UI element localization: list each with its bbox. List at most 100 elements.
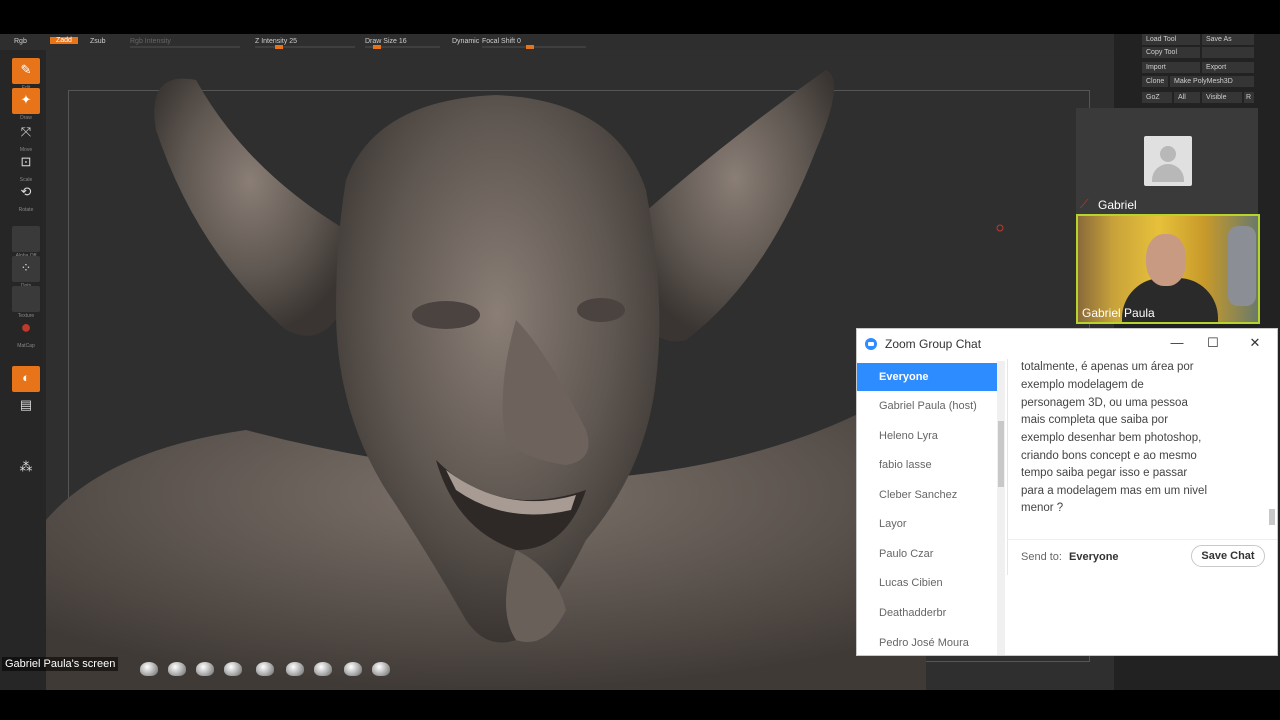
list-item[interactable]: Layor bbox=[857, 510, 997, 538]
brush-icon[interactable] bbox=[140, 662, 158, 676]
letterbox-bottom bbox=[0, 690, 1280, 720]
paste-tool-button[interactable] bbox=[1202, 47, 1254, 58]
left-ear bbox=[154, 78, 346, 336]
focal-shift-knob[interactable] bbox=[526, 45, 534, 49]
import-button[interactable]: Import bbox=[1142, 62, 1200, 73]
brush-icon[interactable] bbox=[224, 662, 242, 676]
zadd-toggle[interactable]: Zadd bbox=[50, 37, 78, 44]
list-item[interactable]: Cleber Sanchez bbox=[857, 481, 997, 509]
participant-video-gabriel-paula[interactable]: Gabriel Paula bbox=[1076, 214, 1260, 324]
alpha-button[interactable]: Alpha Off bbox=[12, 226, 40, 259]
avatar-body bbox=[1152, 164, 1184, 182]
message-line: tempo saiba pegar isso e passar bbox=[1021, 467, 1188, 479]
list-item-everyone[interactable]: Everyone bbox=[857, 363, 997, 391]
avatar-head bbox=[1160, 146, 1176, 162]
brush-icon[interactable] bbox=[344, 662, 362, 676]
close-button[interactable]: ✕ bbox=[1245, 334, 1265, 352]
clone-button[interactable]: Clone bbox=[1142, 76, 1168, 87]
r-button[interactable]: R bbox=[1244, 92, 1254, 103]
message-scroll-thumb[interactable] bbox=[1269, 509, 1275, 525]
zbrush-draw-toolbar: Rgb Zadd Zsub Rgb Intensity Z Intensity … bbox=[0, 34, 1140, 51]
chat-titlebar[interactable]: Zoom Group Chat — ☐ ✕ bbox=[857, 329, 1277, 359]
make-polymesh-button[interactable]: Make PolyMesh3D bbox=[1170, 76, 1254, 87]
send-to-select[interactable]: Everyone bbox=[1069, 551, 1119, 563]
list-item[interactable]: fabio lasse bbox=[857, 451, 997, 479]
z-intensity-slider[interactable]: Z Intensity 25 bbox=[255, 38, 297, 45]
draw-tool-button[interactable]: ✦ Draw bbox=[12, 88, 40, 121]
rgb-toggle[interactable]: Rgb bbox=[14, 38, 27, 45]
rgb-intensity-slider[interactable]: Rgb Intensity bbox=[130, 38, 171, 45]
message-scrollbar[interactable] bbox=[1269, 369, 1275, 529]
rgb-intensity-track[interactable] bbox=[130, 46, 240, 48]
visible-button[interactable]: Visible bbox=[1202, 92, 1242, 103]
gradient-button[interactable]: ▤ bbox=[12, 396, 40, 414]
color-icon: ◐ bbox=[22, 370, 30, 385]
save-as-button[interactable]: Save As bbox=[1202, 34, 1254, 45]
list-scrollbar[interactable] bbox=[997, 361, 1005, 655]
goz-button[interactable]: GoZ bbox=[1142, 92, 1172, 103]
message-line: menor ? bbox=[1021, 502, 1064, 514]
brush-icon[interactable] bbox=[286, 662, 304, 676]
draw-size-knob[interactable] bbox=[373, 45, 381, 49]
right-ear bbox=[636, 70, 834, 342]
list-item[interactable]: Deathadderbr bbox=[857, 599, 997, 627]
z-intensity-knob[interactable] bbox=[275, 45, 283, 49]
material-icon: ● bbox=[20, 317, 32, 337]
list-item[interactable]: Paulo Czar bbox=[857, 540, 997, 568]
participant-video-gabriel[interactable]: ⟋ Gabriel bbox=[1076, 108, 1258, 214]
brush-icon[interactable] bbox=[372, 662, 390, 676]
mic-muted-icon: ⟋ bbox=[1080, 197, 1089, 211]
window-title: Zoom Group Chat bbox=[885, 337, 982, 351]
load-tool-button[interactable]: Load Tool bbox=[1142, 34, 1200, 45]
brush-icon[interactable] bbox=[168, 662, 186, 676]
list-item[interactable]: Heleno Lyra bbox=[857, 422, 997, 450]
color-button[interactable]: ◐ bbox=[12, 366, 40, 392]
material-button[interactable]: ● MatCap bbox=[12, 316, 40, 349]
draw-size-slider[interactable]: Draw Size 16 bbox=[365, 38, 407, 45]
brush-shelf bbox=[140, 662, 440, 678]
texture-button[interactable]: Texture bbox=[12, 286, 40, 319]
video-person-face bbox=[1146, 234, 1186, 286]
brush-icon[interactable] bbox=[196, 662, 214, 676]
chat-message-area: totalmente, é apenas um área por exemplo… bbox=[1021, 361, 1267, 533]
list-item[interactable]: Lucas Cibien bbox=[857, 569, 997, 597]
chat-message-input[interactable] bbox=[1007, 575, 1277, 655]
stroke-icon: ⁘ bbox=[20, 260, 32, 275]
copy-tool-button[interactable]: Copy Tool bbox=[1142, 47, 1200, 58]
rotate-tool-button[interactable]: ⟲ Rotate bbox=[12, 180, 40, 213]
dynamic-toggle[interactable]: Dynamic bbox=[452, 38, 479, 45]
maximize-button[interactable]: ☐ bbox=[1203, 334, 1223, 352]
zoom-logo-icon bbox=[865, 338, 877, 350]
left-eye bbox=[412, 301, 480, 329]
rotate-icon: ⟲ bbox=[20, 184, 32, 199]
save-chat-button[interactable]: Save Chat bbox=[1191, 545, 1265, 567]
message-line: mais completa que saiba por bbox=[1021, 414, 1169, 426]
export-button[interactable]: Export bbox=[1202, 62, 1254, 73]
all-button[interactable]: All bbox=[1174, 92, 1200, 103]
list-item[interactable]: Gabriel Paula (host) bbox=[857, 392, 997, 420]
edit-tool-button[interactable]: ✎Edit bbox=[12, 58, 40, 91]
list-item[interactable]: Pedro José Moura bbox=[857, 629, 997, 655]
z-intensity-track[interactable] bbox=[255, 45, 355, 49]
symmetry-button[interactable]: ⁂ bbox=[12, 458, 40, 476]
brush-icon[interactable] bbox=[314, 662, 332, 676]
gradient-icon: ▤ bbox=[19, 397, 33, 412]
move-tool-button[interactable]: ⤧ Move bbox=[12, 120, 40, 153]
message-line: exemplo modelagem de bbox=[1021, 379, 1144, 391]
zoom-group-chat-window: Zoom Group Chat — ☐ ✕ Everyone Gabriel P… bbox=[856, 328, 1278, 656]
focal-shift-slider[interactable]: Focal Shift 0 bbox=[482, 38, 521, 45]
zbrush-left-toolbar: ✎Edit ✦Draw ⤧Move ⊡Scale ⟲ Rotate Alpha O… bbox=[0, 50, 46, 690]
focal-shift-track[interactable] bbox=[482, 45, 586, 49]
stroke-button[interactable]: ⁘Dots bbox=[12, 256, 40, 289]
scale-tool-button[interactable]: ⊡ Scale bbox=[12, 150, 40, 183]
message-line: exemplo desenhar bem photoshop, bbox=[1021, 432, 1202, 444]
list-scroll-thumb[interactable] bbox=[998, 421, 1004, 487]
chat-participant-list: Everyone Gabriel Paula (host) Heleno Lyr… bbox=[857, 361, 1007, 655]
zsub-toggle[interactable]: Zsub bbox=[90, 38, 106, 45]
send-to-row: Send to: Everyone Save Chat bbox=[1007, 539, 1277, 574]
draw-size-track[interactable] bbox=[365, 45, 440, 49]
minimize-button[interactable]: — bbox=[1167, 334, 1187, 352]
brush-icon[interactable] bbox=[256, 662, 274, 676]
participant-name: Gabriel Paula bbox=[1082, 306, 1155, 320]
edit-icon: ✎ bbox=[20, 62, 32, 77]
